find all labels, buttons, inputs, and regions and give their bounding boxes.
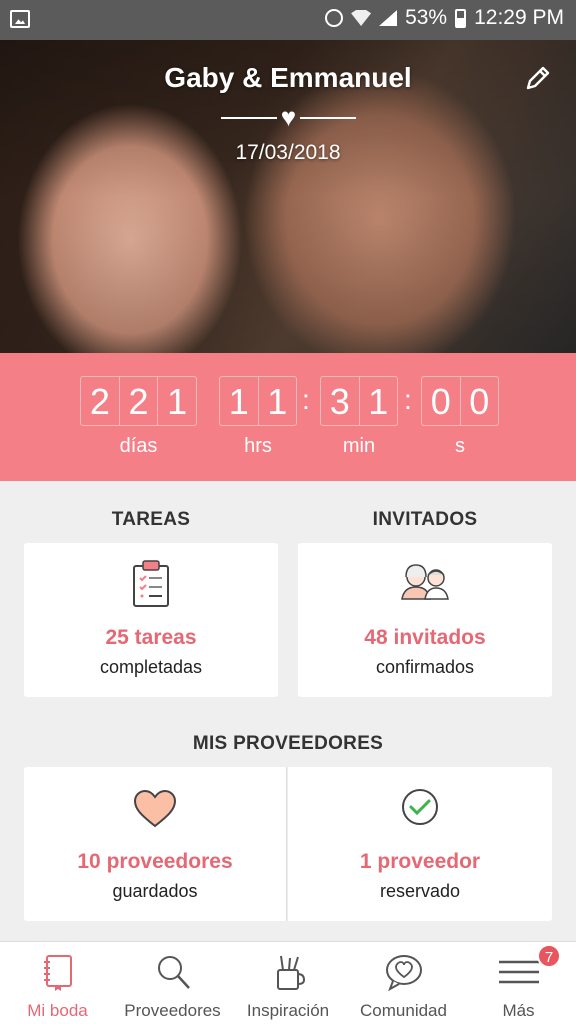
notification-badge: 7 (537, 944, 561, 968)
hours-counter: 11 (219, 376, 297, 426)
tasks-caption: completadas (99, 657, 203, 677)
seconds-label: s (455, 435, 465, 457)
guests-count: 48 invitados (364, 626, 486, 649)
couple-photo[interactable]: Gaby & Emmanuel ♥ 17/03/2018 (0, 40, 576, 353)
minutes-label: min (342, 435, 376, 457)
brushes-icon (277, 955, 306, 990)
tasks-count: 25 tareas (105, 626, 197, 649)
wedding-date: 17/03/2018 (235, 141, 341, 164)
guests-caption: confirmados (375, 657, 475, 677)
battery-icon (455, 8, 467, 28)
heart-icon: ♥ (280, 102, 297, 132)
days-label: días (119, 435, 158, 457)
nav-comunidad[interactable]: Comunidad (346, 942, 461, 1024)
guests-card[interactable]: 48 invitados confirmados (298, 543, 552, 697)
countdown-panel: 221 11 : 31 : 00 días hrs min s (0, 353, 576, 481)
nav-proveedores[interactable]: Proveedores (115, 942, 230, 1024)
heart-divider: ♥ (221, 102, 356, 132)
vendors-title: MIS PROVEEDORES (192, 733, 384, 754)
tasks-card[interactable]: 25 tareas completadas (24, 543, 278, 697)
nav-mi-boda[interactable]: Mi boda (0, 942, 115, 1024)
hours-label: hrs (244, 435, 272, 457)
clipboard-icon (133, 560, 169, 607)
menu-icon (498, 960, 539, 984)
minutes-counter: 31 (320, 376, 398, 426)
booked-vendors-card[interactable]: 1 proveedor reservado (288, 767, 552, 921)
signal-icon (379, 10, 398, 26)
bottom-nav: Mi boda Proveedores Inspiración Comunida… (0, 941, 576, 1024)
status-bar: 53% 12:29 PM (0, 0, 576, 40)
guests-icon (401, 564, 449, 600)
search-icon (157, 956, 190, 989)
chat-heart-icon (385, 955, 422, 992)
heart-icon (133, 789, 177, 828)
saved-vendors-count: 10 proveedores (77, 850, 233, 873)
battery-percent: 53% (405, 6, 448, 29)
check-circle-icon (402, 789, 438, 825)
saved-vendors-card[interactable]: 10 proveedores guardados (24, 767, 287, 921)
booked-vendors-count: 1 proveedor (359, 850, 481, 873)
couple-names: Gaby & Emmanuel (164, 62, 412, 93)
alarm-icon (325, 9, 344, 27)
wifi-icon (351, 10, 372, 26)
days-counter: 221 (80, 376, 197, 426)
seconds-counter: 00 (421, 376, 499, 426)
guests-title: INVITADOS (372, 509, 478, 530)
edit-icon[interactable] (524, 64, 552, 92)
tasks-title: TAREAS (111, 509, 191, 530)
nav-inspiracion[interactable]: Inspiración (230, 942, 346, 1024)
booked-vendors-caption: reservado (379, 881, 461, 901)
gallery-notification-icon (10, 10, 30, 28)
notebook-icon (43, 955, 72, 991)
clock: 12:29 PM (474, 6, 564, 29)
saved-vendors-caption: guardados (112, 881, 198, 901)
